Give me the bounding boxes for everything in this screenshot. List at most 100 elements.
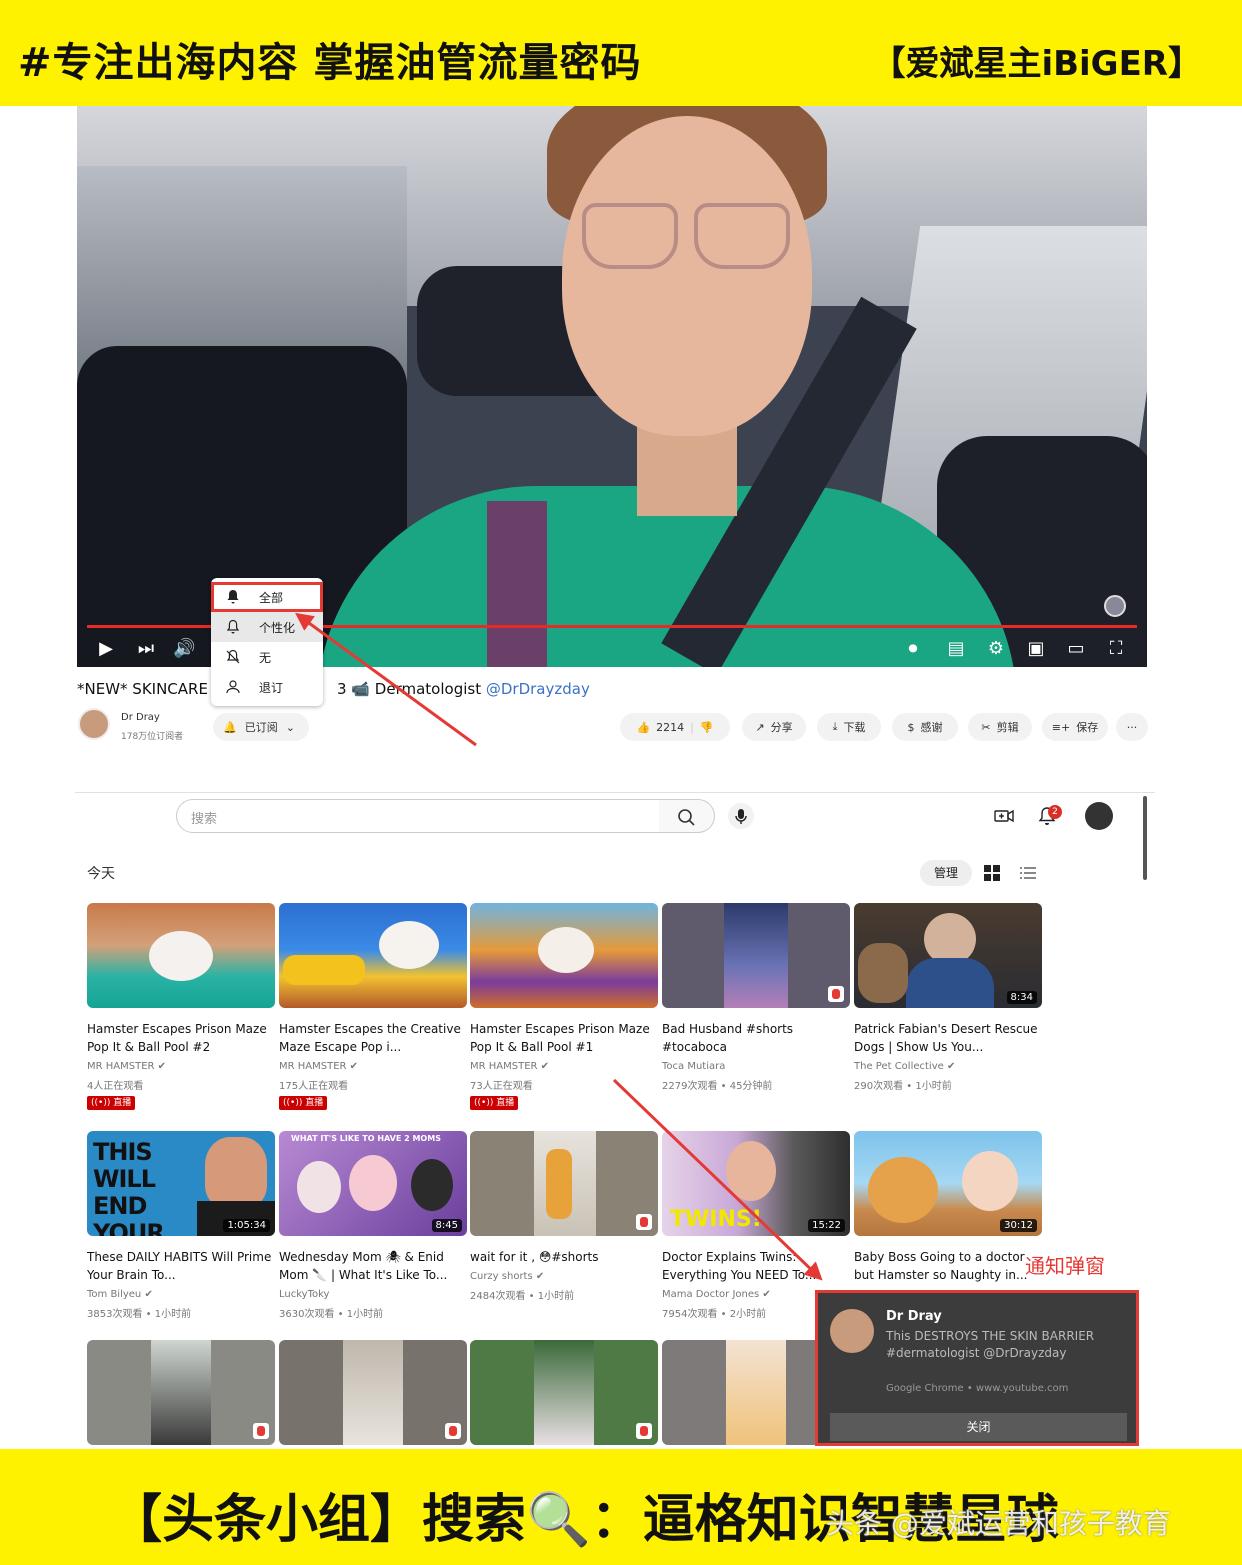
video-duration: 8:45 [431, 1219, 462, 1232]
bell-off-icon [225, 649, 241, 665]
video-thumbnail[interactable] [470, 903, 658, 1008]
voice-search-button[interactable] [728, 803, 754, 829]
download-button[interactable]: ⤓ 下载 [817, 713, 881, 741]
video-thumbnail[interactable]: 8:34 [854, 903, 1042, 1008]
grid-view-icon[interactable] [982, 863, 1004, 885]
video-thumbnail[interactable] [470, 1131, 658, 1236]
video-duration: 30:12 [1000, 1219, 1037, 1232]
bell-menu-item-none[interactable]: 无 [211, 642, 323, 672]
more-actions-button[interactable]: ··· [1116, 713, 1148, 741]
thanks-label: 感谢 [920, 721, 943, 734]
channel-name[interactable]: Mama Doctor Jones ✔ [662, 1289, 771, 1300]
miniplayer-icon[interactable]: ▣ [1025, 638, 1047, 660]
like-dislike-button[interactable]: 👍 2214 | 👎 [620, 713, 730, 741]
channel-name[interactable]: The Pet Collective ✔ [854, 1061, 955, 1072]
like-count: 2214 [656, 720, 685, 734]
verified-icon: ✔ [144, 1289, 153, 1300]
channel-avatar[interactable] [78, 708, 110, 740]
fullscreen-icon[interactable]: ⛶ [1105, 638, 1127, 660]
video-thumbnail[interactable] [662, 903, 850, 1008]
bell-filled-icon [225, 589, 241, 605]
video-title[interactable]: Wednesday Mom 🕷 & Enid Mom 🔪 | What It's… [279, 1248, 467, 1284]
channel-name[interactable]: Dr Dray [121, 712, 160, 723]
channel-name[interactable]: MR HAMSTER ✔ [87, 1061, 166, 1072]
video-title[interactable]: Hamster Escapes Prison Maze Pop It & Bal… [87, 1020, 275, 1056]
chevron-down-icon: ⌄ [285, 720, 295, 734]
verified-icon: ✔ [946, 1061, 956, 1072]
settings-icon[interactable]: ⚙ [985, 638, 1007, 660]
video-thumbnail[interactable]: 30:12 [854, 1131, 1042, 1236]
video-title-mention[interactable]: @DrDrayzday [486, 680, 590, 698]
notification-avatar [830, 1309, 874, 1353]
notification-source: Google Chrome • www.youtube.com [886, 1383, 1069, 1394]
video-title[interactable]: These DAILY HABITS Will Prime Your Brain… [87, 1248, 275, 1284]
search-button[interactable] [659, 799, 715, 833]
channel-name[interactable]: Curzy shorts ✔ [470, 1271, 544, 1282]
play-icon[interactable]: ▶ [95, 638, 117, 660]
share-button[interactable]: ↗ 分享 [742, 713, 806, 741]
thanks-icon: $ [907, 720, 915, 734]
video-thumbnail[interactable] [87, 903, 275, 1008]
video-thumbnail[interactable]: WHAT IT'S LIKE TO HAVE 2 MOMS 8:45 [279, 1131, 467, 1236]
user-avatar[interactable] [1085, 802, 1113, 830]
notification-close-button[interactable]: 关闭 [830, 1413, 1127, 1441]
notification-popup[interactable]: Dr Dray This DESTROYS THE SKIN BARRIER #… [815, 1290, 1139, 1446]
video-thumbnail[interactable] [470, 1340, 658, 1445]
autoplay-toggle-icon[interactable]: ⏺ [899, 638, 927, 660]
live-badge: ((•)) 直播 [279, 1096, 327, 1110]
channel-watermark-avatar[interactable] [1104, 595, 1126, 617]
volume-icon[interactable]: 🔊 [173, 638, 195, 660]
video-thumbnail[interactable] [279, 1340, 467, 1445]
next-icon[interactable]: ⏭ [135, 638, 157, 660]
video-title[interactable]: Bad Husband #shorts #tocaboca [662, 1020, 850, 1056]
search-input[interactable]: 搜索 [176, 799, 660, 833]
video-title[interactable]: Hamster Escapes the Creative Maze Escape… [279, 1020, 467, 1056]
create-video-icon[interactable] [993, 805, 1015, 827]
channel-name[interactable]: LuckyToky [279, 1289, 329, 1300]
clip-button[interactable]: ✂ 剪辑 [968, 713, 1032, 741]
channel-name[interactable]: Toca Mutiara [662, 1061, 725, 1072]
video-title[interactable]: Patrick Fabian's Desert Rescue Dogs | Sh… [854, 1020, 1042, 1056]
video-thumbnail[interactable] [87, 1340, 275, 1445]
download-label: 下载 [843, 721, 866, 734]
verified-icon: ✔ [762, 1289, 771, 1300]
video-meta: 4人正在观看 [87, 1081, 144, 1092]
theater-mode-icon[interactable]: ▭ [1065, 638, 1087, 660]
subscribed-button[interactable]: 🔔 已订阅 ⌄ [213, 713, 309, 741]
video-thumbnail[interactable] [279, 903, 467, 1008]
bell-menu-item-unsubscribe[interactable]: 退订 [211, 672, 323, 702]
channel-name[interactable]: MR HAMSTER ✔ [279, 1061, 358, 1072]
verified-icon: ✔ [349, 1061, 359, 1072]
more-icon: ··· [1126, 720, 1138, 734]
subscribed-label: 已订阅 [244, 721, 278, 734]
bell-icon [225, 619, 241, 635]
video-title[interactable]: Baby Boss Going to a doctor but Hamster … [854, 1248, 1042, 1284]
shorts-icon [636, 1214, 652, 1230]
clip-label: 剪辑 [996, 721, 1019, 734]
notification-popup-label: 通知弹窗 [1025, 1254, 1105, 1278]
channel-name[interactable]: MR HAMSTER ✔ [470, 1061, 549, 1072]
scissors-icon: ✂ [981, 720, 991, 734]
shorts-icon [636, 1423, 652, 1439]
channel-name[interactable]: Tom Bilyeu ✔ [87, 1289, 153, 1300]
video-meta: 3853次观看 • 1小时前 [87, 1309, 192, 1320]
manage-button[interactable]: 管理 [920, 860, 972, 886]
video-title[interactable]: Doctor Explains Twins: Everything You NE… [662, 1248, 850, 1284]
video-thumbnail[interactable]: THIS WILL END YOUR ANXIETY 1:05:34 [87, 1131, 275, 1236]
top-banner-author: 【爱斌星主iBiGER】 [871, 44, 1202, 84]
bell-menu-item-personalized[interactable]: 个性化 [211, 612, 323, 642]
subtitles-icon[interactable]: ▤ [945, 638, 967, 660]
page: #专注出海内容 掌握油管流量密码 【爱斌星主iBiGER】 ▶ ⏭ 🔊 ⏺ ▤ … [0, 0, 1242, 1565]
thanks-button[interactable]: $ 感谢 [892, 713, 958, 741]
video-title[interactable]: Hamster Escapes Prison Maze Pop It & Bal… [470, 1020, 658, 1056]
scrollbar[interactable] [1143, 796, 1147, 880]
bell-menu-label: 全部 [259, 590, 284, 605]
share-icon: ↗ [755, 720, 765, 734]
video-duration: 1:05:34 [223, 1219, 270, 1232]
video-thumbnail[interactable]: TWINS! 15:22 [662, 1131, 850, 1236]
bell-menu-item-all[interactable]: 全部 [211, 582, 323, 612]
section-title-today: 今天 [87, 866, 115, 882]
live-badge: ((•)) 直播 [470, 1096, 518, 1110]
save-button[interactable]: ≡+ 保存 [1042, 713, 1108, 741]
list-view-icon[interactable] [1018, 863, 1040, 885]
